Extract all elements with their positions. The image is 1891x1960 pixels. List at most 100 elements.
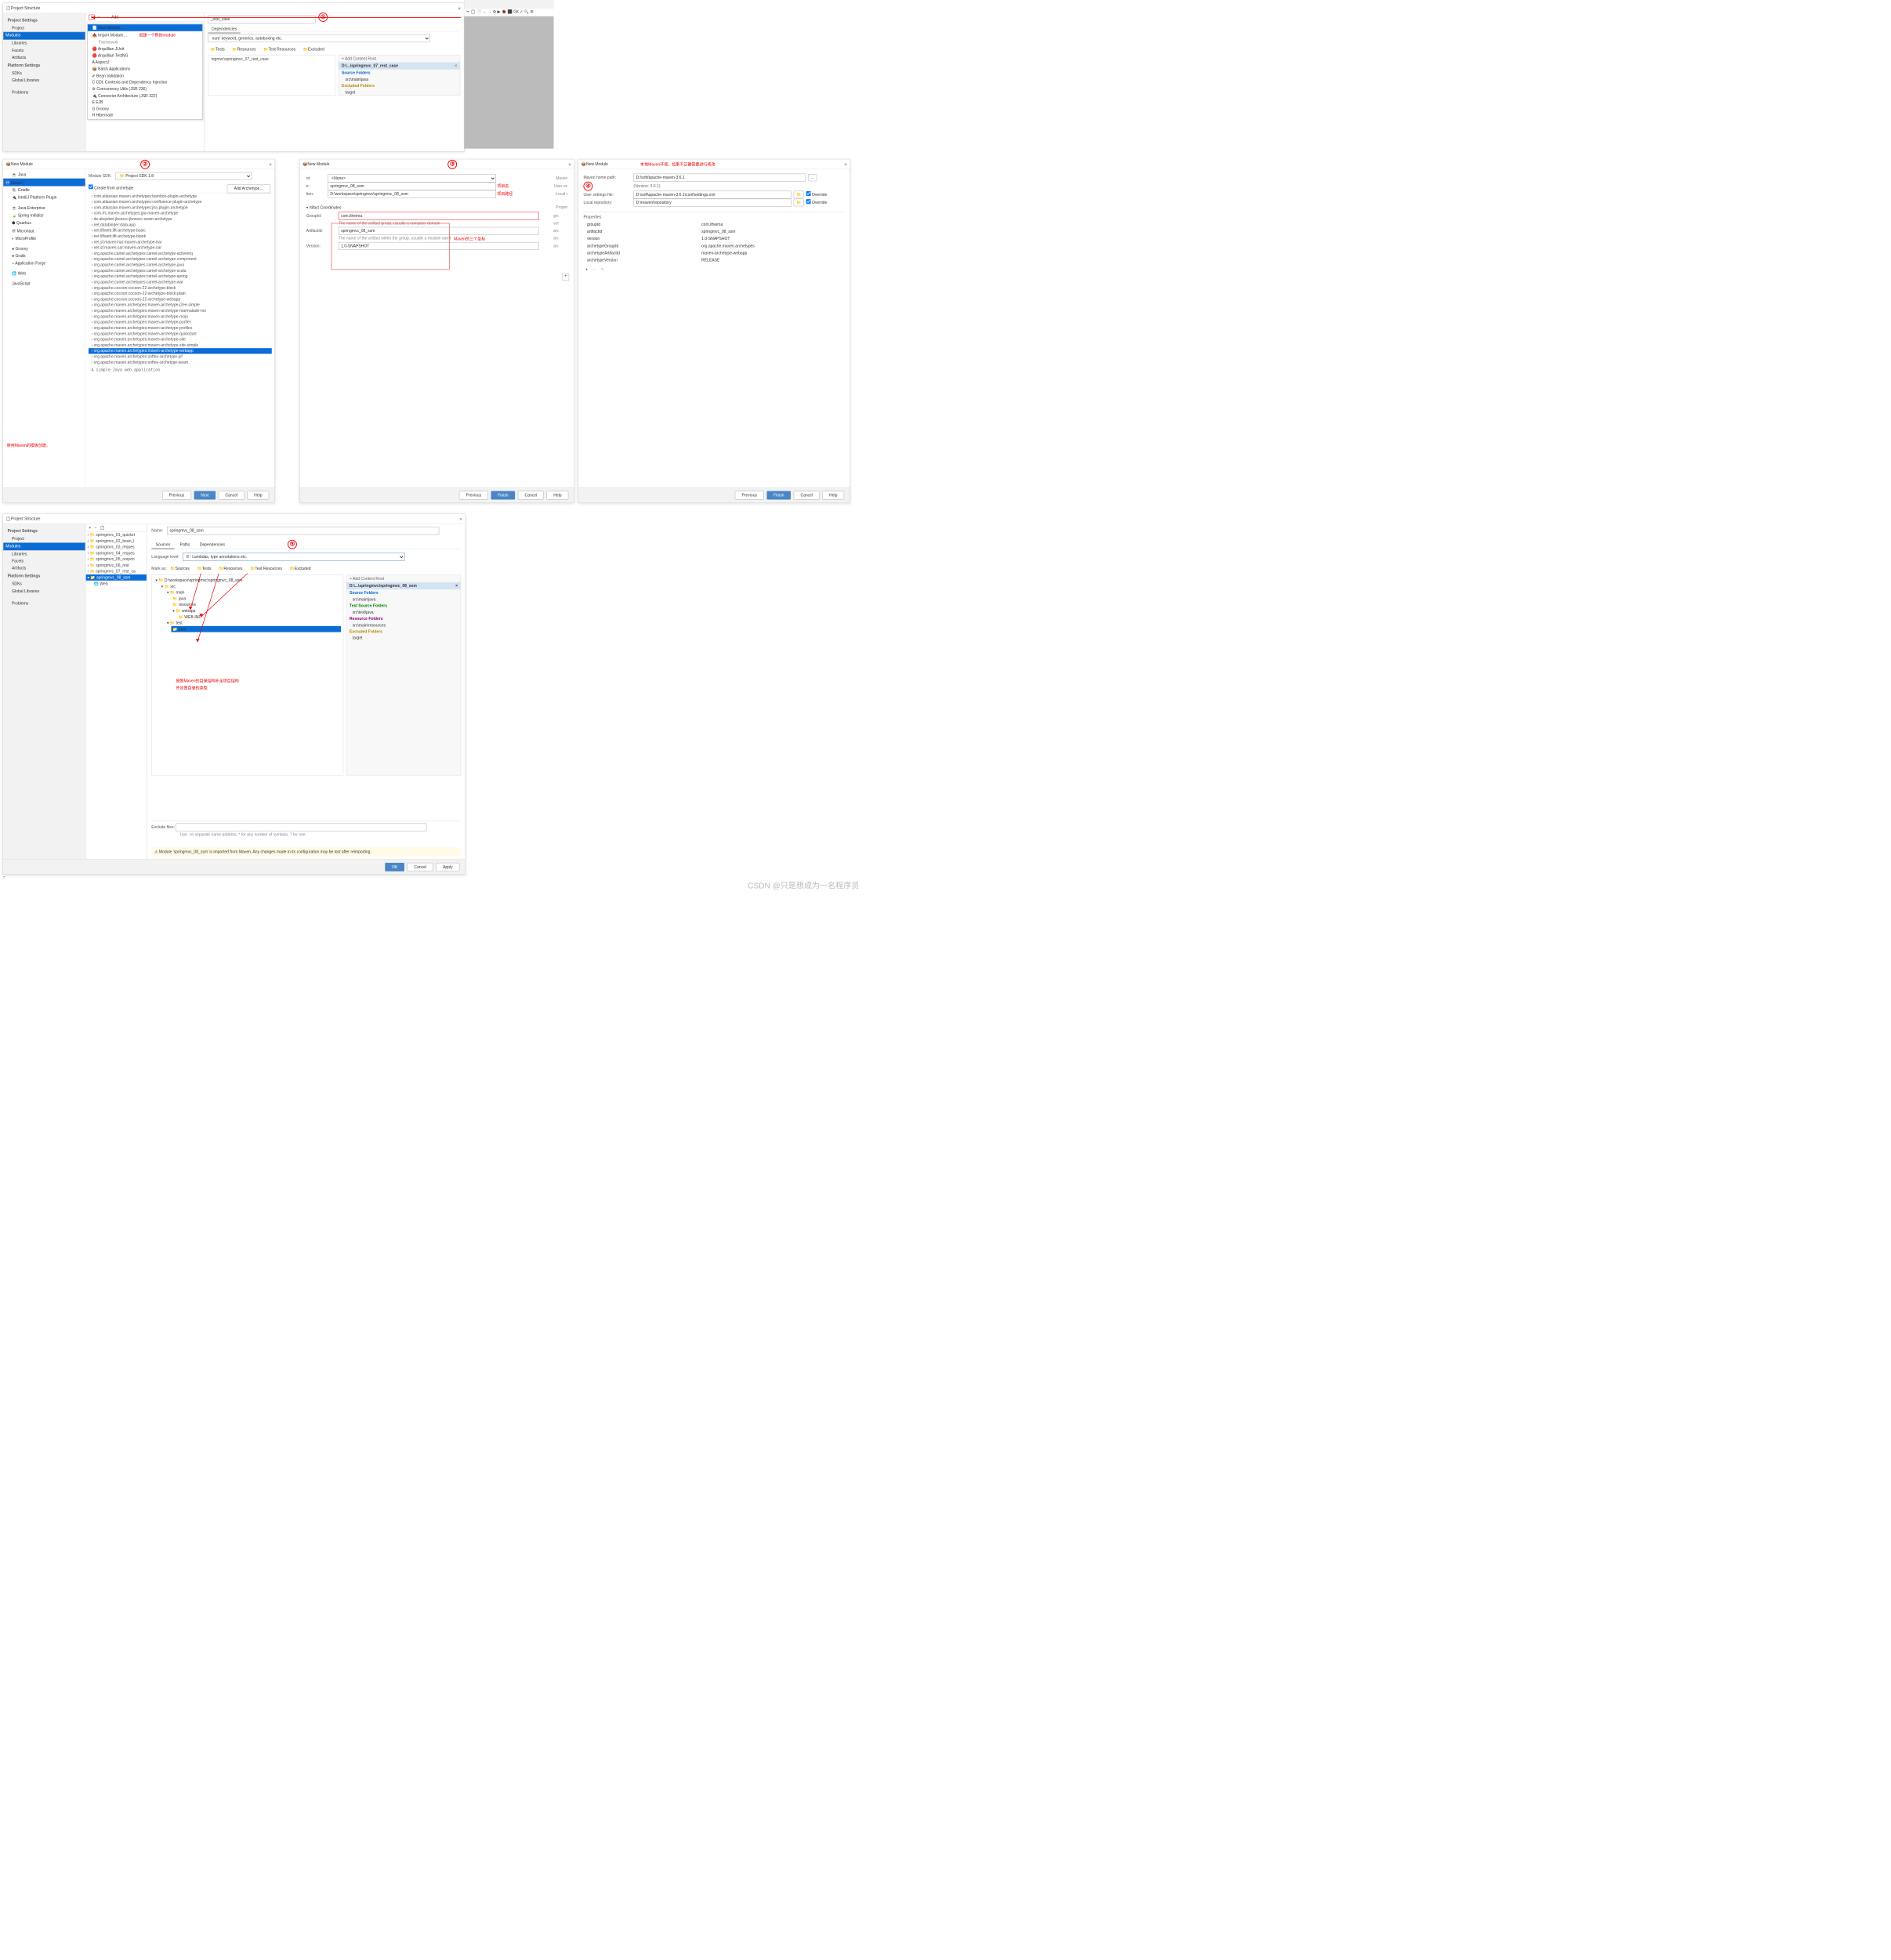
module-item[interactable]: › 📁 springmvc_06_rest — [86, 562, 147, 568]
cat-intellij-plugin[interactable]: 🔌 IntelliJ Platform Plugin — [3, 194, 85, 201]
language-level-select[interactable]: 8 - Lambdas, type annotations etc. — [183, 553, 404, 561]
module-item[interactable]: › 📁 springmvc_01_quickst — [86, 532, 147, 538]
override-repo[interactable]: Override — [806, 201, 828, 205]
source-tree[interactable]: ▾ 📁 D:\workspace\springmvc\springmvc_08_… — [151, 574, 343, 775]
archetype-item[interactable]: › com.atlassian.maven.archetypes:conflue… — [89, 199, 272, 205]
archetype-item[interactable]: › org.apache.cocoon:cocoon-22-archetype-… — [89, 296, 272, 302]
archetype-item[interactable]: › org.apache.maven.archetypes:softeu-arc… — [89, 354, 272, 360]
add-content-root[interactable]: + Add Content Root — [339, 55, 459, 62]
plus-icon[interactable]: + — [562, 274, 569, 281]
add-archetype-button[interactable]: Add Archetype… — [227, 184, 270, 193]
sidebar-modules[interactable]: Modules — [3, 542, 85, 550]
tree-resources[interactable]: 📁 resources — [171, 602, 341, 608]
archetype-item[interactable]: › org.apache.maven.archetypes:maven-arch… — [89, 325, 272, 331]
ok-button[interactable]: OK — [385, 863, 404, 871]
archetype-item[interactable]: › org.apache.camel.archetypes:camel-arch… — [89, 274, 272, 279]
excluded-folder-path[interactable]: target — [339, 89, 459, 95]
previous-button[interactable]: Previous — [162, 491, 191, 499]
archetype-item[interactable]: › org.apache.maven.archetypes:maven-arch… — [89, 348, 272, 353]
sidebar-artifacts[interactable]: Artifacts — [3, 565, 85, 572]
fw-concurrency[interactable]: ⚙ Concurrency Utils (JSR 236) — [88, 85, 202, 92]
tree-webapp[interactable]: ▾ 📁 webapp — [171, 608, 341, 614]
archetype-item[interactable]: › org.apache.camel.archetypes:camel-arch… — [89, 256, 272, 262]
archetype-item[interactable]: › net.liftweb:lift-archetype-blank — [89, 234, 272, 239]
close-icon[interactable]: × — [455, 584, 458, 588]
tree-webinf[interactable]: 📁 WEB-INF — [177, 614, 341, 620]
cancel-button[interactable]: Cancel — [408, 863, 433, 871]
name-input[interactable] — [167, 527, 439, 534]
groupid-input[interactable] — [339, 212, 539, 220]
module-item[interactable]: › 📁 springmvc_04_reques — [86, 550, 147, 556]
create-archetype-check[interactable]: Create from archetype — [89, 186, 133, 190]
sidebar-sdks[interactable]: SDKs — [3, 70, 85, 77]
cancel-button[interactable]: Cancel — [219, 491, 245, 499]
archetype-item[interactable]: › net.liftweb:lift-archetype-basic — [89, 228, 272, 234]
cat-microprofile[interactable]: ◐ MicroProfile — [3, 235, 85, 242]
cat-spring[interactable]: 🍃 Spring Initializr — [3, 212, 85, 219]
copy-icon[interactable]: 📋 — [100, 526, 105, 530]
sidebar-problems[interactable]: Problems — [3, 89, 85, 96]
fw-aspectj[interactable]: A AspectJ — [88, 59, 202, 65]
language-level-select[interactable]: num' keyword, generics, autoboxing etc. — [208, 34, 430, 42]
sidebar-libraries[interactable]: Libraries — [3, 550, 85, 557]
location-input[interactable] — [328, 190, 496, 198]
cancel-button[interactable]: Cancel — [794, 491, 820, 499]
tree-main[interactable]: ▾ 📁 main — [165, 589, 341, 596]
cat-java[interactable]: ☕ Java — [3, 171, 85, 179]
archetype-item[interactable]: › org.apache.camel.archetypes:camel-arch… — [89, 251, 272, 256]
mark-excluded[interactable]: 📁 Excluded — [301, 45, 327, 53]
cat-gradle[interactable]: 🐘 Gradle — [3, 187, 85, 194]
cat-javascript[interactable]: JavaScript — [3, 280, 85, 287]
close-icon[interactable]: × — [455, 63, 457, 67]
sidebar-project[interactable]: Project — [3, 25, 85, 32]
name-input[interactable] — [328, 183, 496, 190]
cat-groovy[interactable]: ● Groovy — [3, 245, 85, 252]
archetype-item[interactable]: › com.atlassian.maven.archetypes:jira-pl… — [89, 205, 272, 210]
module-item[interactable]: › 📁 springmvc_05_respon — [86, 556, 147, 563]
sidebar-project[interactable]: Project — [3, 535, 85, 542]
apply-button[interactable]: Apply — [436, 863, 459, 871]
module-web[interactable]: 🌐 Web — [92, 581, 147, 587]
module-item[interactable]: › 📁 springmvc_07_rest_ca — [86, 568, 147, 574]
archetype-item[interactable]: › com.rfc.maven.archetypes:jpa-maven-arc… — [89, 211, 272, 216]
fw-connector[interactable]: 🔌 Connector Architecture (JSR 322) — [88, 92, 202, 100]
archetype-item[interactable]: › org.apache.maven.archetypes:maven-arch… — [89, 320, 272, 325]
sidebar-global-libs[interactable]: Global Libraries — [3, 588, 85, 595]
close-icon[interactable]: × — [458, 5, 461, 11]
sidebar-modules[interactable]: Modules — [3, 32, 85, 40]
home-input[interactable] — [633, 174, 805, 182]
content-root-path[interactable]: D:\...\springmvc_07_rest_case × — [339, 63, 459, 70]
mark-tests[interactable]: 📁 Tests — [208, 45, 227, 53]
menu-import-module[interactable]: 📥 Import Module… 创建一个新的module — [88, 31, 202, 39]
fw-arq-testng[interactable]: 🔴 Arquillian TestNG — [88, 53, 202, 60]
fw-bean-validation[interactable]: ✔ Bean Validation — [88, 72, 202, 79]
sidebar-problems[interactable]: Problems — [3, 600, 85, 607]
fw-ejb[interactable]: E EJB — [88, 100, 202, 106]
settings-input[interactable] — [633, 191, 791, 199]
close-icon[interactable]: × — [568, 161, 571, 167]
cat-web[interactable]: 🌐 Web — [3, 270, 85, 277]
repo-input[interactable] — [633, 199, 791, 207]
help-icon[interactable]: ? — [3, 876, 5, 880]
excluded-folder[interactable]: target — [346, 636, 460, 641]
remove-icon[interactable]: − — [98, 15, 100, 19]
tree-test-java[interactable]: 📁 java — [171, 626, 341, 632]
browse-icon[interactable]: 📁 — [794, 199, 804, 207]
artifact-coords-header[interactable]: ▾ rtifact Coordinates Proper — [306, 203, 568, 212]
archetype-item[interactable]: › net.sf.maven-har:maven-archetype-har — [89, 239, 272, 245]
fw-batch[interactable]: 📦 Batch Applications — [88, 66, 202, 73]
cat-maven[interactable]: Ⓜ Maven — [3, 179, 85, 187]
sidebar-facets[interactable]: Facets — [3, 558, 85, 565]
source-folder[interactable]: src\main\java — [346, 596, 460, 602]
content-root[interactable]: D:\...\springmvc\springmvc_08_ssm × — [346, 582, 460, 589]
fw-hibernate[interactable]: H Hibernate — [88, 112, 202, 118]
tab-dependencies[interactable]: Dependencies — [208, 25, 241, 33]
archetype-item[interactable]: › org.apache.maven.archetypes:maven-arch… — [89, 342, 272, 348]
cancel-button[interactable]: Cancel — [518, 491, 544, 499]
archetype-list[interactable]: › com.atlassian.maven.archetypes:bamboo-… — [89, 193, 272, 365]
module-item[interactable]: › 📁 springmvc_02_bean_l — [86, 538, 147, 544]
finish-button[interactable]: Finish — [491, 491, 515, 499]
mark-tests[interactable]: 📁 Tests — [194, 565, 213, 572]
parent-select[interactable]: <None> — [328, 175, 496, 183]
artifactid-input[interactable] — [339, 227, 539, 235]
